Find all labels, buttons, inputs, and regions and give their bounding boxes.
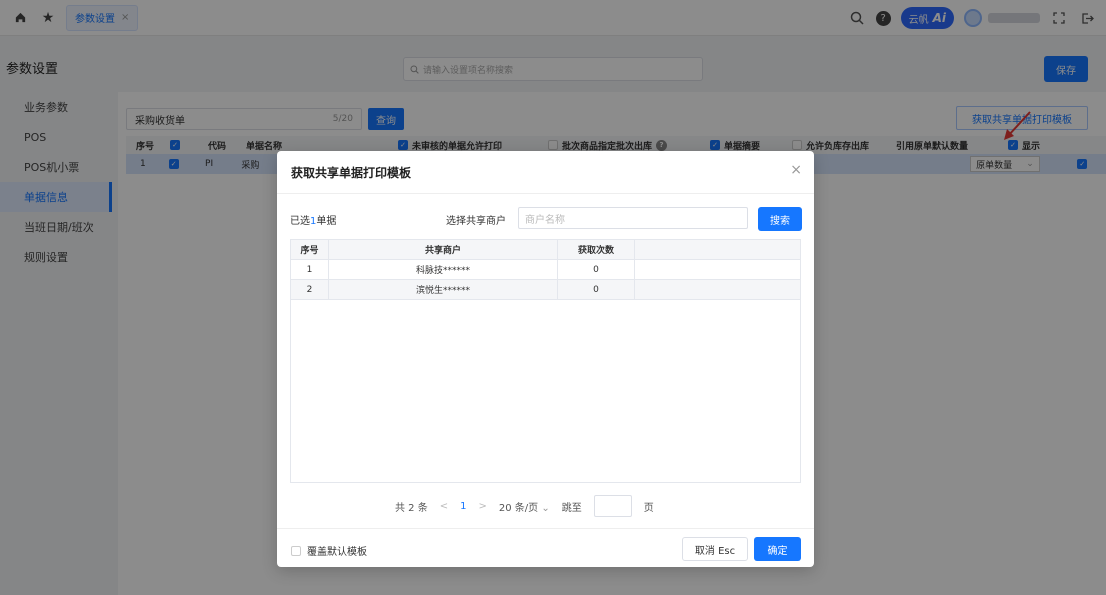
table-row[interactable]: 2 滨悦生****** 0 (291, 280, 800, 300)
shared-merchant-table: 序号 共享商户 获取次数 1 科脉技****** 0 2 滨悦生****** 0 (290, 239, 801, 483)
jump-label: 跳至 (561, 502, 582, 514)
page-unit: 页 (643, 502, 654, 514)
page-size-select[interactable]: 20 条/页 ⌄ (499, 499, 550, 514)
row-empty (635, 280, 793, 299)
col-seq: 序号 (291, 240, 329, 259)
row-empty (635, 260, 793, 279)
pagination: 共 2 条 < 1 > 20 条/页 ⌄ 跳至 页 (395, 495, 654, 517)
cover-default-template-checkbox[interactable]: 覆盖默认模板 (291, 543, 367, 558)
divider (277, 528, 814, 529)
col-fetch-count: 获取次数 (558, 240, 635, 259)
selected-count: 已选1单据 (290, 212, 336, 227)
confirm-button[interactable]: 确定 (754, 537, 801, 561)
merchant-name-input[interactable]: 商户名称 (518, 207, 748, 229)
col-empty (635, 240, 793, 259)
jump-page-input[interactable] (593, 495, 632, 517)
col-merchant: 共享商户 (329, 240, 558, 259)
selected-suffix: 单据 (316, 216, 337, 227)
row-count: 0 (558, 280, 635, 299)
chevron-down-icon: ⌄ (541, 502, 550, 514)
get-shared-template-dialog: 获取共享单据打印模板 × 已选1单据 选择共享商户 商户名称 搜索 序号 共享商… (277, 151, 814, 567)
close-icon[interactable]: × (790, 162, 802, 178)
selected-prefix: 已选 (290, 216, 310, 227)
page-size-value: 20 条/页 (498, 502, 539, 514)
share-merchant-label: 选择共享商户 (446, 216, 506, 227)
cover-label: 覆盖默认模板 (307, 547, 367, 558)
next-page-icon[interactable]: > (479, 501, 487, 512)
dialog-title: 获取共享单据打印模板 (291, 166, 412, 180)
page-1[interactable]: 1 (460, 501, 466, 512)
total-count: 共 2 条 (395, 502, 428, 514)
table-row[interactable]: 1 科脉技****** 0 (291, 260, 800, 280)
search-button[interactable]: 搜索 (758, 207, 802, 231)
row-seq: 1 (291, 260, 329, 279)
row-count: 0 (558, 260, 635, 279)
prev-page-icon[interactable]: < (440, 501, 448, 512)
table-header: 序号 共享商户 获取次数 (291, 240, 800, 260)
cancel-button[interactable]: 取消 Esc (682, 537, 748, 561)
checkbox-icon[interactable] (291, 545, 301, 556)
row-seq: 2 (291, 280, 329, 299)
row-merchant: 滨悦生****** (329, 280, 558, 299)
merchant-name-placeholder: 商户名称 (525, 214, 565, 226)
row-merchant: 科脉技****** (329, 260, 558, 279)
divider (277, 193, 814, 194)
